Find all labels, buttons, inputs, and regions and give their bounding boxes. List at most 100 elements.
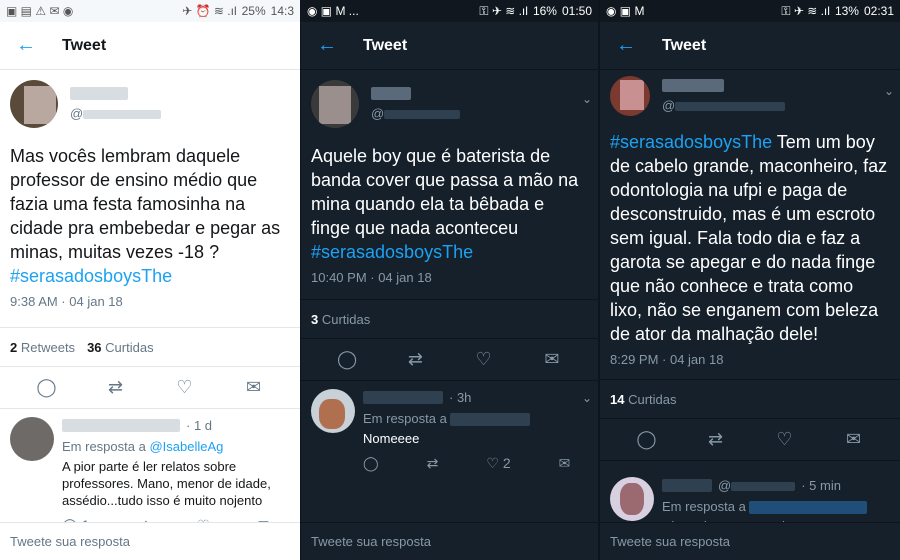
battery-level: 16% bbox=[532, 4, 557, 18]
reply-item[interactable]: · 3h Em resposta a Nomeeee ◯ ⇄ ♡ 2 ✉ ⌄ bbox=[301, 381, 598, 480]
status-icons: ▣ ▤ ⚠ ✉ ◉ bbox=[6, 4, 74, 18]
status-icons: ◉ ▣ M ... bbox=[307, 4, 359, 18]
chevron-down-icon[interactable]: ⌄ bbox=[884, 84, 894, 98]
clock: 02:31 bbox=[863, 4, 894, 18]
tweet-author[interactable]: @ bbox=[0, 70, 300, 138]
tweet-timestamp: 10:40 PM · 04 jan 18 bbox=[311, 270, 432, 285]
reply-text: A pior parte é ler relatos sobre profess… bbox=[62, 459, 271, 508]
signal-icon: ⚿ ✈ ≋ .ıl bbox=[781, 3, 830, 18]
tweet-stats: 2 Retweets 36 Curtidas bbox=[0, 327, 300, 367]
retweets-stat[interactable]: 2 Retweets bbox=[10, 340, 75, 355]
in-reply-to: Em resposta a bbox=[662, 499, 890, 515]
tweet-stats: 3 Curtidas bbox=[301, 299, 598, 339]
reply-icon[interactable]: ◯ bbox=[632, 429, 662, 450]
redacted-handle bbox=[83, 110, 162, 120]
heart-icon[interactable]: ♡ bbox=[469, 349, 499, 370]
redacted-mention[interactable] bbox=[749, 501, 868, 515]
mail-icon[interactable]: ✉ bbox=[239, 377, 269, 398]
hashtag-link[interactable]: #serasadosboysThe bbox=[311, 242, 473, 262]
handle-prefix: @ bbox=[662, 98, 676, 113]
avatar[interactable] bbox=[10, 417, 54, 461]
redacted-mention[interactable] bbox=[450, 413, 531, 427]
avatar[interactable] bbox=[10, 80, 58, 128]
heart-icon[interactable]: ♡ bbox=[170, 377, 200, 398]
reply-text: Nomeeee bbox=[363, 431, 420, 447]
header: ← Tweet bbox=[0, 22, 300, 70]
page-title: Tweet bbox=[62, 36, 107, 54]
reply-actions: ◯ ⇄ ♡ 2 ✉ bbox=[363, 455, 588, 472]
status-bar: ◉ ▣ M ... ⚿ ✈ ≋ .ıl 16% 01:50 bbox=[301, 0, 598, 22]
reply-time: · 5 min bbox=[801, 477, 841, 493]
avatar[interactable] bbox=[610, 76, 650, 116]
redacted-name bbox=[371, 87, 411, 100]
signal-icon: ✈ ⏰ ≋ .ıl bbox=[182, 4, 237, 18]
heart-icon[interactable]: ♡ 2 bbox=[486, 455, 510, 472]
avatar[interactable] bbox=[311, 80, 359, 128]
avatar[interactable] bbox=[610, 477, 654, 521]
chevron-down-icon[interactable]: ⌄ bbox=[582, 391, 592, 405]
tweet-author[interactable]: @ ⌄ bbox=[600, 70, 900, 122]
in-reply-to: Em resposta a bbox=[363, 411, 588, 427]
redacted-name bbox=[70, 87, 128, 100]
handle-prefix: @ bbox=[70, 106, 84, 121]
tweet-actions: ◯ ⇄ ♡ ✉ bbox=[0, 367, 300, 409]
redacted-name bbox=[363, 390, 443, 404]
in-reply-to: Em resposta a @IsabelleAg bbox=[62, 439, 224, 454]
page-title: Tweet bbox=[662, 36, 707, 54]
reply-time: · 3h bbox=[449, 389, 472, 405]
tweet-text: #serasadosboysThe Tem um boy de cabelo g… bbox=[610, 132, 888, 344]
mail-icon[interactable]: ✉ bbox=[839, 429, 869, 450]
hashtag-link[interactable]: #serasadosboysThe bbox=[10, 266, 172, 286]
tweet-text: Mas vocês lembram daquele professor de e… bbox=[10, 146, 281, 286]
header: ← Tweet bbox=[301, 22, 598, 70]
reply-icon[interactable]: ◯ bbox=[32, 377, 62, 398]
tweet-text: Aquele boy que é baterista de banda cove… bbox=[311, 146, 579, 262]
hashtag-link[interactable]: #serasadosboysThe bbox=[610, 132, 772, 152]
redacted-name bbox=[62, 418, 180, 432]
likes-stat[interactable]: 3 Curtidas bbox=[311, 312, 370, 327]
retweet-icon[interactable]: ⇄ bbox=[701, 429, 731, 450]
arrow-left-icon[interactable]: ← bbox=[616, 34, 644, 57]
tweet-timestamp: 9:38 AM · 04 jan 18 bbox=[10, 294, 123, 309]
status-icons: ◉ ▣ M bbox=[606, 4, 645, 18]
chevron-down-icon[interactable]: ⌄ bbox=[582, 92, 592, 106]
reply-time: · 1 d bbox=[186, 417, 213, 433]
arrow-left-icon[interactable]: ← bbox=[16, 34, 44, 57]
tweet-actions: ◯ ⇄ ♡ ✉ bbox=[600, 419, 900, 461]
tweet-actions: ◯ ⇄ ♡ ✉ bbox=[301, 339, 598, 381]
redacted-name bbox=[662, 478, 712, 492]
panel-dark-2: ◉ ▣ M ⚿ ✈ ≋ .ıl 13% 02:31 ← Tweet @ ⌄ #s… bbox=[598, 0, 900, 560]
signal-icon: ⚿ ✈ ≋ .ıl bbox=[479, 3, 528, 18]
redacted-name bbox=[662, 79, 724, 92]
retweet-icon[interactable]: ⇄ bbox=[400, 349, 430, 370]
panel-light: ▣ ▤ ⚠ ✉ ◉ ✈ ⏰ ≋ .ıl 25% 14:3 ← Tweet @ M… bbox=[0, 0, 300, 560]
retweet-icon[interactable]: ⇄ bbox=[427, 455, 439, 472]
clock: 14:3 bbox=[270, 4, 294, 18]
reply-compose-input[interactable]: Tweete sua resposta bbox=[0, 522, 300, 560]
avatar[interactable] bbox=[311, 389, 355, 433]
header: ← Tweet bbox=[600, 22, 900, 70]
handle-prefix: @ bbox=[371, 106, 385, 121]
retweet-icon[interactable]: ⇄ bbox=[101, 377, 131, 398]
reply-compose-input[interactable]: Tweete sua resposta bbox=[600, 522, 900, 560]
reply-icon[interactable]: ◯ bbox=[363, 455, 379, 472]
redacted-handle bbox=[731, 481, 796, 491]
likes-stat[interactable]: 36 Curtidas bbox=[87, 340, 154, 355]
tweet-stats: 14 Curtidas bbox=[600, 379, 900, 419]
mail-icon[interactable]: ✉ bbox=[559, 455, 571, 472]
clock: 01:50 bbox=[561, 4, 592, 18]
reply-icon[interactable]: ◯ bbox=[332, 349, 362, 370]
likes-stat[interactable]: 14 Curtidas bbox=[610, 392, 677, 407]
tweet-author[interactable]: @ ⌄ bbox=[301, 70, 598, 138]
page-title: Tweet bbox=[363, 36, 408, 54]
panel-dark-1: ◉ ▣ M ... ⚿ ✈ ≋ .ıl 16% 01:50 ← Tweet @ … bbox=[300, 0, 598, 560]
redacted-handle bbox=[384, 110, 461, 120]
reply-compose-input[interactable]: Tweete sua resposta bbox=[301, 522, 598, 560]
heart-icon[interactable]: ♡ bbox=[770, 429, 800, 450]
status-bar: ▣ ▤ ⚠ ✉ ◉ ✈ ⏰ ≋ .ıl 25% 14:3 bbox=[0, 0, 300, 22]
mention-link[interactable]: @IsabelleAg bbox=[149, 439, 223, 454]
mail-icon[interactable]: ✉ bbox=[537, 349, 567, 370]
battery-level: 13% bbox=[834, 4, 859, 18]
arrow-left-icon[interactable]: ← bbox=[317, 34, 345, 57]
tweet-timestamp: 8:29 PM · 04 jan 18 bbox=[610, 352, 724, 367]
